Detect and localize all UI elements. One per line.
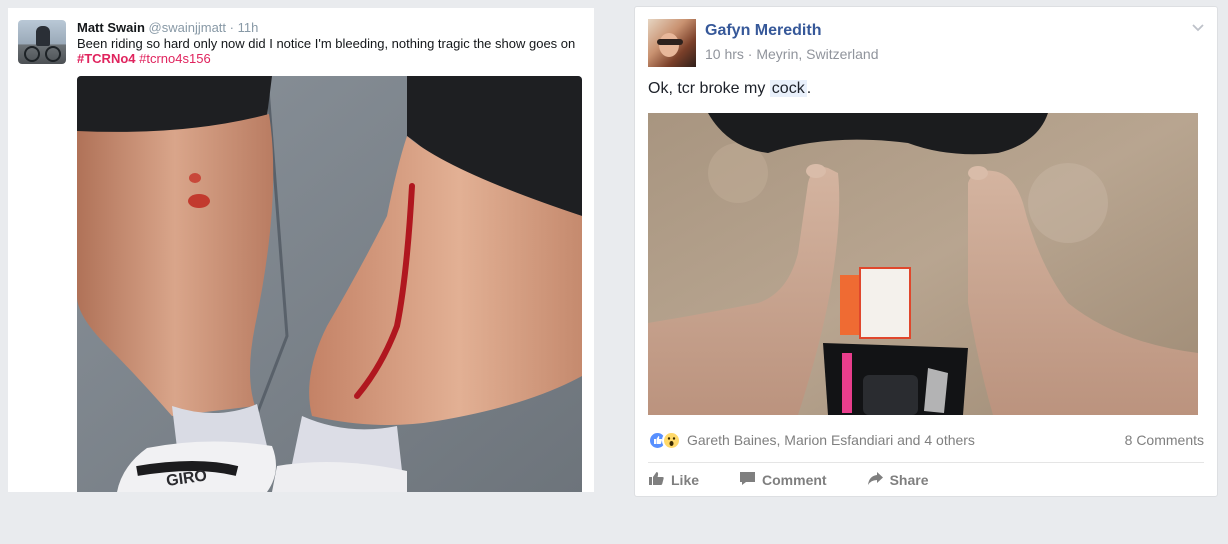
- hashtag-link[interactable]: #tcrno4s156: [139, 51, 211, 66]
- reactions-summary[interactable]: Gareth Baines, Marion Esfandiari and 4 o…: [648, 430, 975, 450]
- thumbs-up-icon: [648, 471, 665, 489]
- post-text-start: Ok, tcr broke my: [648, 80, 770, 97]
- share-button[interactable]: Share: [867, 471, 929, 489]
- chevron-down-icon[interactable]: [1191, 21, 1205, 35]
- post-photo[interactable]: [648, 113, 1198, 415]
- like-button[interactable]: Like: [648, 471, 699, 489]
- like-label: Like: [671, 472, 700, 488]
- facebook-post-card: Gafyn Meredith 10 hrs · Meyrin, Switzerl…: [634, 6, 1218, 497]
- bike-wheel-back: [45, 46, 61, 62]
- comment-icon: [739, 471, 756, 489]
- tweet-body: Been riding so hard only now did I notic…: [77, 36, 576, 51]
- bleeding-knees-photo: GIRO: [77, 76, 582, 492]
- reactors-names[interactable]: Gareth Baines, Marion Esfandiari and 4 o…: [687, 432, 975, 448]
- tweet-author-handle[interactable]: @swainjjmatt: [149, 20, 227, 35]
- rider-shape: [36, 26, 50, 46]
- tweet-text: Been riding so hard only now did I notic…: [77, 36, 582, 66]
- tweet-header: Matt Swain @swainjjmatt · 11h: [77, 20, 258, 35]
- post-author-name[interactable]: Gafyn Meredith: [705, 22, 821, 40]
- actions-divider: [648, 462, 1204, 463]
- tweet-card: Matt Swain @swainjjmatt · 11h Been ridin…: [8, 8, 594, 492]
- hashtag-link[interactable]: #TCRNo4: [77, 51, 136, 66]
- tweet-author-name[interactable]: Matt Swain: [77, 20, 145, 35]
- post-actions: Like Comment Share: [648, 471, 929, 489]
- post-meta[interactable]: 10 hrs · Meyrin, Switzerland: [705, 46, 879, 62]
- tweet-timestamp[interactable]: 11h: [238, 20, 259, 35]
- cyclist-avatar-icon[interactable]: [18, 20, 66, 64]
- tweet-separator: ·: [229, 20, 234, 35]
- avatar-sunglasses: [657, 39, 683, 45]
- feet-on-marble-photo: [648, 113, 1198, 415]
- post-text: Ok, tcr broke my cock.: [648, 80, 811, 98]
- avatar-face: [659, 33, 679, 57]
- wow-reaction-icon: [662, 430, 681, 450]
- comment-button[interactable]: Comment: [739, 471, 827, 489]
- share-label: Share: [889, 472, 929, 488]
- bike-wheel-front: [24, 46, 40, 62]
- post-text-highlight: cock: [769, 80, 807, 97]
- post-text-end: .: [806, 80, 812, 97]
- profile-avatar[interactable]: [648, 19, 696, 67]
- share-arrow-icon: [867, 471, 884, 489]
- tweet-photo[interactable]: GIRO: [77, 76, 582, 492]
- comments-count-link[interactable]: 8 Comments: [1125, 432, 1204, 448]
- comment-label: Comment: [762, 472, 827, 488]
